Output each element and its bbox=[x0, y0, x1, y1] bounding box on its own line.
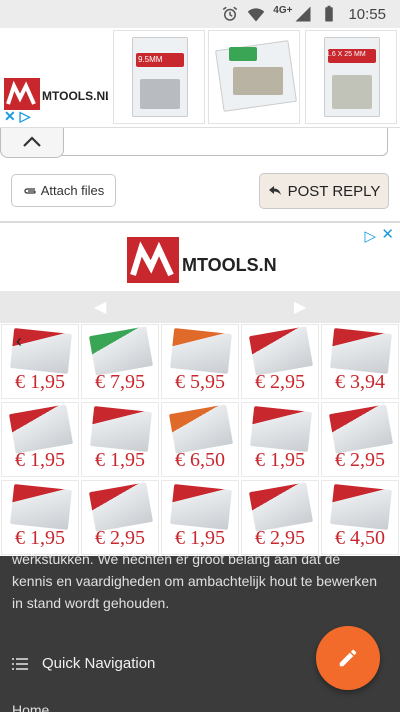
product-cell[interactable]: € 1,95 bbox=[161, 480, 239, 555]
battery-icon bbox=[325, 5, 334, 22]
alarm-icon bbox=[223, 6, 238, 21]
product-price: € 7,95 bbox=[95, 371, 145, 393]
product-price: € 1,95 bbox=[175, 527, 225, 549]
paragraph-line: in stand wordt gehouden. bbox=[12, 595, 170, 611]
top-ad-product-2[interactable] bbox=[208, 30, 300, 124]
product-price: € 2,95 bbox=[255, 371, 305, 393]
product-cell[interactable]: € 6,50 bbox=[161, 402, 239, 477]
product-cell[interactable]: € 3,94 bbox=[321, 324, 399, 399]
attach-files-button[interactable]: Attach files bbox=[11, 174, 116, 207]
carousel-next-icon[interactable]: ▶ bbox=[294, 297, 306, 317]
post-reply-button[interactable]: POST REPLY bbox=[259, 173, 389, 209]
wifi-icon bbox=[248, 8, 265, 22]
product-image bbox=[88, 482, 154, 532]
product-price: € 1,95 bbox=[95, 449, 145, 471]
product-cell[interactable]: € 1,95 bbox=[241, 402, 319, 477]
quick-navigation-label: Quick Navigation bbox=[42, 655, 156, 672]
carousel-prev-icon[interactable]: ◀ bbox=[94, 297, 106, 317]
product-price: € 1,95 bbox=[15, 371, 65, 393]
article-paragraph: werkstukken. We hechten er groot belang … bbox=[12, 551, 388, 614]
top-ad-product-3-label: 1.6 X 25 MM bbox=[326, 51, 366, 58]
product-price: € 2,95 bbox=[95, 527, 145, 549]
network-type: 4G+ bbox=[273, 4, 293, 16]
product-price: € 2,95 bbox=[335, 449, 385, 471]
mtools-logo-large[interactable]: MTOOLS.NL bbox=[127, 233, 288, 289]
status-bar: 4G+ 10:55 bbox=[0, 0, 400, 28]
product-price: € 2,95 bbox=[255, 527, 305, 549]
list-icon bbox=[12, 657, 28, 670]
signal-icon bbox=[295, 6, 311, 22]
quick-navigation[interactable]: Quick Navigation bbox=[12, 655, 155, 672]
product-image bbox=[250, 406, 312, 452]
product-price: € 1,95 bbox=[255, 449, 305, 471]
product-cell[interactable]: € 1,95 bbox=[81, 402, 159, 477]
product-image bbox=[10, 484, 72, 530]
product-image bbox=[330, 328, 392, 374]
product-cell[interactable]: € 2,95 bbox=[321, 402, 399, 477]
product-ad-brand: MTOOLS.NL bbox=[182, 255, 277, 275]
home-link[interactable]: Home bbox=[12, 702, 49, 712]
product-price: € 1,95 bbox=[15, 527, 65, 549]
ad-close-icon[interactable]: ✕ bbox=[381, 225, 394, 243]
product-image bbox=[248, 326, 314, 376]
product-cell[interactable]: € 1,95 bbox=[1, 480, 79, 555]
post-reply-label: POST REPLY bbox=[287, 182, 381, 200]
product-image bbox=[88, 326, 154, 376]
paragraph-line: werkstukken. We hechten er groot belang … bbox=[12, 551, 341, 567]
product-image bbox=[170, 484, 232, 530]
product-price: € 5,95 bbox=[175, 371, 225, 393]
product-cell[interactable]: € 7,95 bbox=[81, 324, 159, 399]
product-image bbox=[248, 482, 314, 532]
product-cell[interactable]: € 2,95 bbox=[241, 480, 319, 555]
top-ad-product-3[interactable]: 1.6 X 25 MM bbox=[305, 30, 397, 124]
product-cell[interactable]: € 2,95 bbox=[241, 324, 319, 399]
top-ad-brand: MTOOLS.NL bbox=[42, 89, 108, 103]
chevron-up-icon bbox=[23, 136, 41, 147]
product-price: € 4,50 bbox=[335, 527, 385, 549]
top-ad-product-1[interactable]: 9.5MM bbox=[113, 30, 205, 124]
product-image bbox=[170, 328, 232, 374]
clock: 10:55 bbox=[348, 5, 386, 23]
pencil-icon bbox=[339, 649, 357, 667]
paragraph-line: kennis en vaardigheden om ambachtelijk h… bbox=[12, 573, 378, 589]
reply-area: Attach files POST REPLY bbox=[0, 128, 400, 223]
compose-fab[interactable] bbox=[316, 626, 380, 690]
product-price: € 6,50 bbox=[175, 449, 225, 471]
product-image bbox=[168, 404, 234, 454]
top-ad-banner[interactable]: MTOOLS.NL 9.5MM 1.6 X 25 MM ✕ ▷ bbox=[0, 28, 400, 128]
adchoices-icon[interactable]: ✕ ▷ bbox=[4, 108, 30, 125]
collapse-toggle-button[interactable] bbox=[0, 128, 64, 158]
product-cell[interactable]: € 2,95 bbox=[81, 480, 159, 555]
product-cell[interactable]: € 5,95 bbox=[161, 324, 239, 399]
attach-files-label: Attach files bbox=[40, 183, 105, 198]
product-grid: € 1,95 ‹ € 7,95 € 5,95 € 2,95 € 3,94 € 1,95 € 1… bbox=[0, 324, 400, 556]
product-cell[interactable]: € 1,95 bbox=[1, 402, 79, 477]
adchoices-icon[interactable]: ▷ bbox=[364, 227, 376, 245]
product-image bbox=[90, 406, 152, 452]
product-image bbox=[330, 484, 392, 530]
product-price: € 1,95 bbox=[15, 449, 65, 471]
reply-arrow-icon bbox=[268, 186, 281, 195]
carousel-nav: ◀ ▶ bbox=[0, 291, 400, 323]
product-image bbox=[8, 404, 74, 454]
product-image bbox=[328, 404, 394, 454]
paperclip-icon bbox=[24, 187, 36, 194]
product-cell[interactable]: € 4,50 bbox=[321, 480, 399, 555]
top-ad-product-1-label: 9.5MM bbox=[138, 55, 163, 64]
product-ad[interactable]: ▷ ✕ MTOOLS.NL ◀ ▶ € 1,95 ‹ € 7,95 € 5,95 € 2… bbox=[0, 223, 400, 556]
grid-prev-icon[interactable]: ‹ bbox=[16, 331, 22, 352]
product-price: € 3,94 bbox=[335, 371, 385, 393]
product-cell[interactable]: € 1,95 ‹ bbox=[1, 324, 79, 399]
